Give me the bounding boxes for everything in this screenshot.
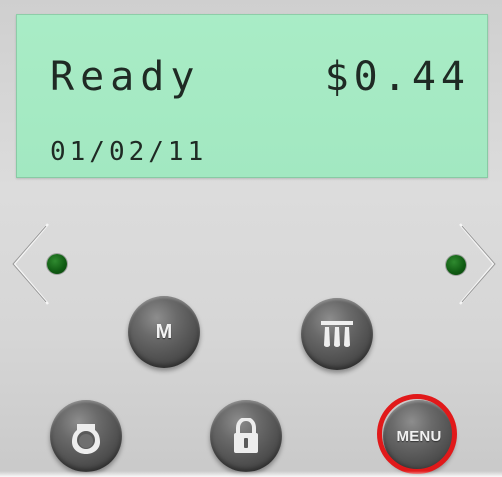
menu-button-label: MENU <box>396 427 442 445</box>
chevron-left-icon <box>12 223 49 305</box>
lock-icon <box>234 418 258 453</box>
bell-button[interactable] <box>50 400 122 472</box>
date-text: 01/02/11 <box>50 137 208 167</box>
status-led-left <box>47 254 67 274</box>
scale-button[interactable] <box>301 298 373 370</box>
scale-icon <box>321 321 353 347</box>
status-text: Ready <box>50 54 201 100</box>
device-panel: Ready $0.44 01/02/11 M MENU <box>0 0 502 477</box>
m-button-label: M <box>155 320 173 343</box>
nav-left-button[interactable] <box>10 222 52 306</box>
status-led-right <box>446 255 466 275</box>
menu-button[interactable]: MENU <box>377 394 457 474</box>
bell-icon <box>72 424 100 454</box>
m-button[interactable]: M <box>128 296 200 368</box>
lock-button[interactable] <box>210 400 282 472</box>
amount-text: $0.44 <box>324 54 470 100</box>
lcd-display: Ready $0.44 01/02/11 <box>16 14 488 178</box>
